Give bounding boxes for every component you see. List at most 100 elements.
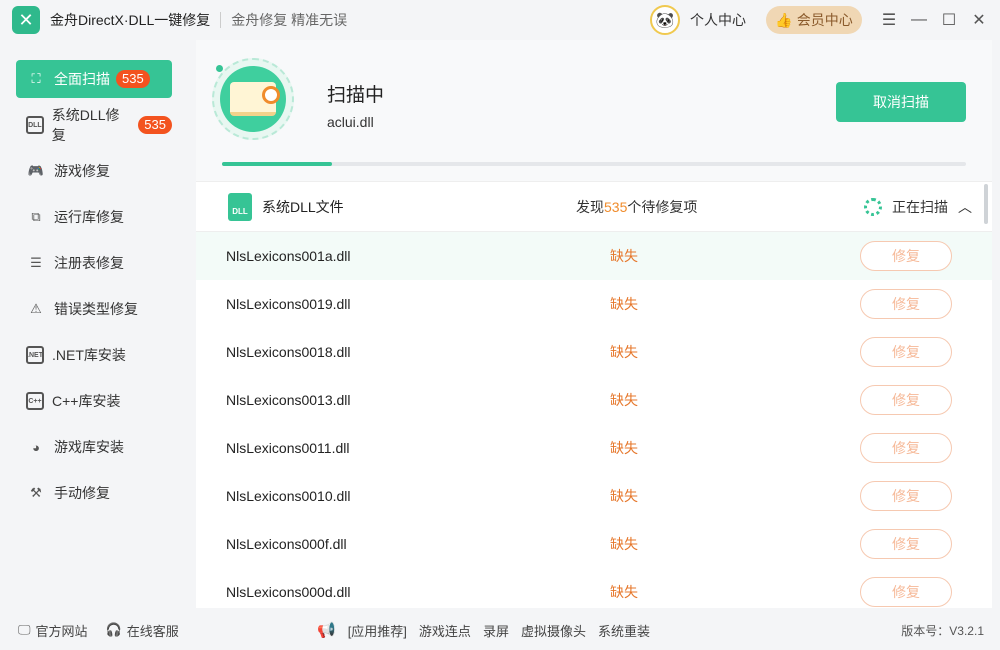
sidebar-item-registry-repair[interactable]: ☰ 注册表修复 [16,244,172,282]
online-service-link[interactable]: 🎧 在线客服 [106,621,179,640]
count-badge: 535 [138,116,172,134]
maximize-icon[interactable]: ☐ [934,5,964,35]
table-row: NlsLexicons001a.dll 缺失 修复 [196,232,992,280]
dll-name: NlsLexicons0018.dll [226,344,351,360]
footer: 🖵 官方网站 🎧 在线客服 📢 [应用推荐] 游戏连点 录屏 虚拟摄像头 系统重… [0,610,1000,650]
promo-link-virtual-camera[interactable]: 虚拟摄像头 [521,621,586,640]
vip-center-button[interactable]: 👍 会员中心 [766,6,862,34]
sidebar-item-game-repair[interactable]: 🎮 游戏修复 [16,152,172,190]
title-right-group: 🐼 个人中心 👍 会员中心 ☰ — ☐ ✕ [650,0,1000,40]
promo-link-recorder[interactable]: 录屏 [483,621,509,640]
version-label: 版本号：V3.2.1 [901,623,984,638]
close-icon[interactable]: ✕ [964,5,994,35]
dll-section-header: DLL 系统DLL文件 发现535个待修复项 正在扫描 ︿ [196,182,992,232]
promo-link-autoclick[interactable]: 游戏连点 [419,621,471,640]
sidebar-item-manual-repair[interactable]: ⚒ 手动修复 [16,474,172,512]
list-scrollbar[interactable] [984,184,988,224]
table-row: NlsLexicons0011.dll 缺失 修复 [196,424,992,472]
table-row: NlsLexicons0013.dll 缺失 修复 [196,376,992,424]
sidebar-item-label: 运行库修复 [54,209,124,225]
online-service-label: 在线客服 [126,623,179,639]
avatar-icon[interactable]: 🐼 [650,5,680,35]
document-search-icon [230,82,280,116]
scan-progress-fill [222,162,333,166]
dll-status: 缺失 [610,536,638,552]
fix-button[interactable]: 修复 [860,241,952,271]
dll-status: 缺失 [610,584,638,600]
promo-link-reinstall[interactable]: 系统重装 [598,621,650,640]
fix-button[interactable]: 修复 [860,481,952,511]
dll-name: NlsLexicons0011.dll [226,440,350,456]
app-logo-icon: ✕ [12,6,40,34]
sidebar-item-dotnet[interactable]: .NET .NET库安装 [16,336,172,374]
title-bar: ✕ 金舟DirectX·DLL一键修复 金舟修复 精准无误 🐼 个人中心 👍 会… [0,0,1000,40]
main-panel: 扫描中 aclui.dll 取消扫描 DLL 系统DLL文件 发现535个待修复… [196,40,992,608]
official-site-label: 官方网站 [35,623,88,639]
sidebar-item-label: 游戏修复 [54,163,110,179]
promo-links: 📢 [应用推荐] 游戏连点 录屏 虚拟摄像头 系统重装 [317,621,650,640]
scanning-indicator[interactable]: 正在扫描 ︿ [864,197,972,217]
found-suffix: 个待修复项 [627,198,698,215]
section-title: 系统DLL文件 [262,198,344,215]
dll-file-icon: DLL [228,192,252,221]
scan-illustration [212,58,294,140]
table-row: NlsLexicons000d.dll 缺失 修复 [196,568,992,607]
sidebar-item-label: 手动修复 [54,485,110,501]
sidebar-item-label: 错误类型修复 [54,301,138,317]
app-slogan: 金舟修复 精准无误 [231,12,348,28]
fix-button[interactable]: 修复 [860,577,952,607]
sidebar-item-label: C++库安装 [52,393,121,409]
tools-icon: ⚒ [30,485,42,500]
fix-button[interactable]: 修复 [860,337,952,367]
sidebar-item-cpp[interactable]: C++ C++库安装 [16,382,172,420]
cancel-scan-button[interactable]: 取消扫描 [836,82,966,122]
spinner-icon [864,197,882,216]
minimize-icon[interactable]: — [904,5,934,35]
dll-status: 缺失 [610,344,638,360]
list-icon: ☰ [30,255,42,270]
scan-status: 扫描中 [327,85,385,106]
sidebar-item-label: 系统DLL修复 [51,107,120,143]
sidebar-item-system-dll[interactable]: DLL 系统DLL修复 535 [16,106,172,144]
sidebar-item-label: 全面扫描 [54,71,110,87]
found-count: 535 [604,198,628,215]
thumbs-up-icon: 👍 [775,11,793,28]
menu-icon[interactable]: ☰ [874,5,904,35]
official-site-link[interactable]: 🖵 官方网站 [18,621,88,640]
warning-icon: ⚠ [30,301,42,316]
sidebar: ⛶ 全面扫描 535 DLL 系统DLL修复 535 🎮 游戏修复 ⧉ 运行库修… [0,40,188,605]
table-row: NlsLexicons000f.dll 缺失 修复 [196,520,992,568]
dll-status: 缺失 [610,248,638,264]
monitor-icon: 🖵 [18,622,31,637]
sidebar-item-label: 注册表修复 [54,255,124,271]
scan-progress-bar [222,162,966,166]
dll-name: NlsLexicons0013.dll [226,392,351,408]
scan-header: 扫描中 aclui.dll 取消扫描 [196,40,992,182]
dll-name: NlsLexicons0010.dll [226,488,351,504]
dll-status: 缺失 [610,296,638,312]
fix-button[interactable]: 修复 [860,385,952,415]
scan-illustration-inner [220,66,286,132]
headset-icon: 🎧 [105,622,122,637]
current-file: aclui.dll [327,114,374,130]
fix-button[interactable]: 修复 [860,289,952,319]
runtime-icon: ⧉ [31,209,41,224]
fix-button[interactable]: 修复 [860,433,952,463]
sidebar-item-full-scan[interactable]: ⛶ 全面扫描 535 [16,60,172,98]
cpp-icon: C++ [26,392,44,410]
count-badge: 535 [116,70,150,88]
dll-name: NlsLexicons0019.dll [226,296,351,312]
dotnet-icon: .NET [26,346,44,364]
app-window: ✕ 金舟DirectX·DLL一键修复 金舟修复 精准无误 🐼 个人中心 👍 会… [0,0,1000,650]
user-center-link[interactable]: 个人中心 [690,10,746,30]
fix-button[interactable]: 修复 [860,529,952,559]
sidebar-item-runtime-repair[interactable]: ⧉ 运行库修复 [16,198,172,236]
chevron-up-icon[interactable]: ︿ [958,197,972,217]
sidebar-item-game-lib[interactable]: ◕ 游戏库安装 [16,428,172,466]
scan-icon: ⛶ [31,71,41,86]
found-summary: 发现535个待修复项 [576,197,697,217]
table-row: NlsLexicons0010.dll 缺失 修复 [196,472,992,520]
sidebar-item-error-repair[interactable]: ⚠ 错误类型修复 [16,290,172,328]
dll-name: NlsLexicons001a.dll [226,248,351,264]
dll-status: 缺失 [610,488,638,504]
